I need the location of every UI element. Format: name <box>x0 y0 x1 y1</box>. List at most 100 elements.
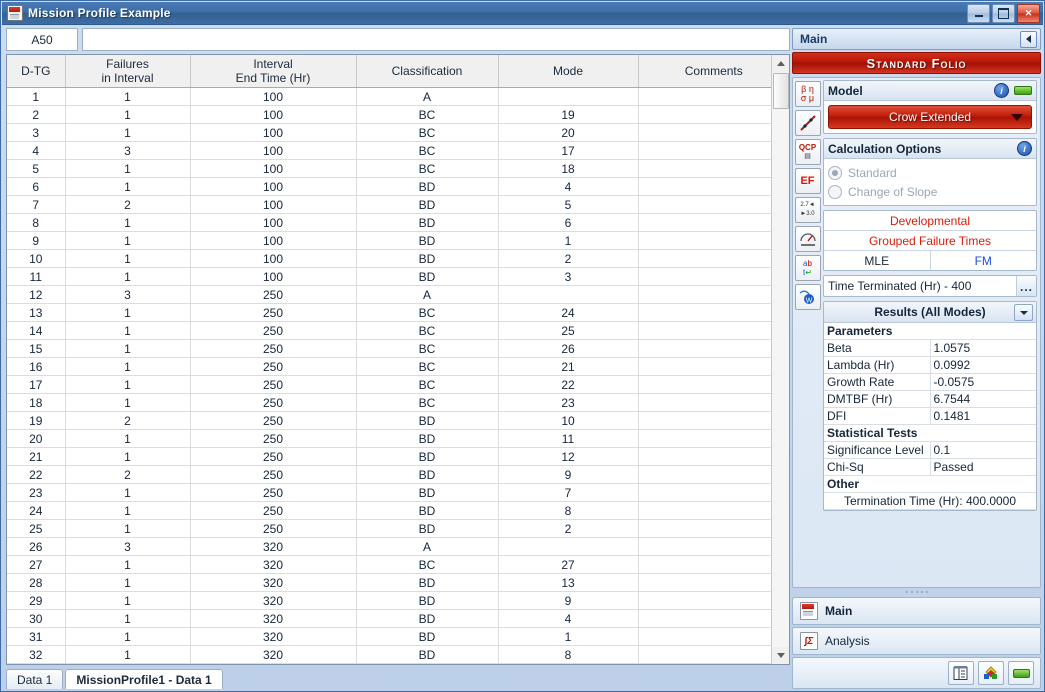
table-cell[interactable]: 26 <box>498 339 639 358</box>
table-cell[interactable]: BD <box>356 177 499 196</box>
table-cell[interactable]: 7 <box>498 483 639 502</box>
row-header-cell[interactable]: 2 <box>7 105 66 124</box>
plot-icon[interactable] <box>794 110 821 136</box>
row-header-cell[interactable]: 24 <box>7 501 66 520</box>
ef-icon[interactable]: EF <box>794 168 821 194</box>
table-cell[interactable]: 1 <box>65 87 191 106</box>
row-header-cell[interactable]: 18 <box>7 393 66 412</box>
table-cell[interactable]: 11 <box>498 429 639 448</box>
table-cell[interactable]: 320 <box>190 555 357 574</box>
rename-icon[interactable]: ab t↵ <box>794 255 821 281</box>
table-cell[interactable] <box>638 393 771 412</box>
row-header-cell[interactable]: 26 <box>7 537 66 556</box>
table-cell[interactable]: 250 <box>190 357 357 376</box>
table-cell[interactable]: 3 <box>65 141 191 160</box>
table-cell[interactable] <box>638 213 771 232</box>
table-cell[interactable]: BD <box>356 447 499 466</box>
table-row[interactable]: 8 1 100 BD 6 <box>7 213 771 232</box>
table-row[interactable]: 23 1 250 BD 7 <box>7 483 771 502</box>
table-cell[interactable] <box>638 105 771 124</box>
table-cell[interactable] <box>638 573 771 592</box>
row-header-cell[interactable]: 21 <box>7 447 66 466</box>
table-cell[interactable]: 3 <box>65 537 191 556</box>
table-cell[interactable]: 1 <box>65 339 191 358</box>
table-cell[interactable] <box>638 375 771 394</box>
qcp-icon[interactable]: QCP ▤ <box>794 139 821 165</box>
table-cell[interactable] <box>638 177 771 196</box>
column-header-1[interactable]: Failures in Interval <box>65 55 191 88</box>
green-status-icon[interactable] <box>1008 661 1034 685</box>
table-row[interactable]: 30 1 320 BD 4 <box>7 609 771 628</box>
table-cell[interactable] <box>638 357 771 376</box>
table-cell[interactable]: 6 <box>498 213 639 232</box>
row-header-cell[interactable]: 1 <box>7 87 66 106</box>
row-header-cell[interactable]: 20 <box>7 429 66 448</box>
table-cell[interactable]: 250 <box>190 447 357 466</box>
table-cell[interactable] <box>638 627 771 646</box>
table-cell[interactable]: 25 <box>498 321 639 340</box>
table-cell[interactable] <box>498 537 639 556</box>
table-row[interactable]: 31 1 320 BD 1 <box>7 627 771 646</box>
column-header-3[interactable]: Classification <box>356 55 499 88</box>
table-row[interactable]: 4 3 100 BC 17 <box>7 141 771 160</box>
table-cell[interactable]: 8 <box>498 645 639 664</box>
row-header-cell[interactable]: 13 <box>7 303 66 322</box>
table-cell[interactable]: 1 <box>65 663 191 664</box>
table-cell[interactable]: 320 <box>190 645 357 664</box>
table-cell[interactable]: 1 <box>65 573 191 592</box>
table-cell[interactable] <box>638 123 771 142</box>
table-cell[interactable]: 1 <box>65 123 191 142</box>
table-cell[interactable] <box>638 645 771 664</box>
row-header-cell[interactable]: 15 <box>7 339 66 358</box>
panel-resize-grip[interactable] <box>792 588 1041 595</box>
table-cell[interactable]: 320 <box>190 573 357 592</box>
sheet-tab-1[interactable]: MissionProfile1 - Data 1 <box>65 669 223 689</box>
table-cell[interactable]: 5 <box>498 195 639 214</box>
nav-button-analysis[interactable]: ∫Σ Analysis <box>792 627 1041 655</box>
table-cell[interactable]: 12 <box>498 447 639 466</box>
table-cell[interactable]: 22 <box>498 375 639 394</box>
table-row[interactable]: 17 1 250 BC 22 <box>7 375 771 394</box>
table-cell[interactable]: 100 <box>190 87 357 106</box>
table-cell[interactable] <box>638 159 771 178</box>
plot-setup-icon[interactable] <box>978 661 1004 685</box>
table-cell[interactable]: 1 <box>65 177 191 196</box>
table-cell[interactable]: 1 <box>65 591 191 610</box>
table-cell[interactable]: 100 <box>190 105 357 124</box>
nav-button-main[interactable]: Main <box>792 597 1041 625</box>
radio-option-standard[interactable]: Standard <box>828 163 1032 182</box>
table-cell[interactable]: BD <box>356 231 499 250</box>
table-cell[interactable]: BC <box>356 303 499 322</box>
table-cell[interactable] <box>638 267 771 286</box>
table-cell[interactable]: BC <box>356 393 499 412</box>
table-cell[interactable]: BC <box>356 357 499 376</box>
table-cell[interactable]: 100 <box>190 177 357 196</box>
table-row[interactable]: 10 1 100 BD 2 <box>7 249 771 268</box>
table-row[interactable]: 6 1 100 BD 4 <box>7 177 771 196</box>
table-row[interactable]: 331320BD6 <box>7 663 771 664</box>
table-cell[interactable] <box>638 231 771 250</box>
column-header-4[interactable]: Mode <box>498 55 639 88</box>
table-cell[interactable] <box>638 339 771 358</box>
table-cell[interactable]: 1 <box>65 393 191 412</box>
table-cell[interactable]: 2 <box>498 249 639 268</box>
info-icon[interactable]: i <box>994 83 1009 98</box>
sheet-tab-0[interactable]: Data 1 <box>6 669 64 689</box>
row-header-cell[interactable]: 5 <box>7 159 66 178</box>
results-collapse-button[interactable] <box>1014 304 1033 321</box>
scroll-down-button[interactable] <box>772 647 789 664</box>
table-cell[interactable]: 2 <box>65 195 191 214</box>
table-cell[interactable]: 250 <box>190 321 357 340</box>
table-cell[interactable]: BD <box>356 627 499 646</box>
table-cell[interactable]: 18 <box>498 159 639 178</box>
table-cell[interactable]: 320 <box>190 627 357 646</box>
table-cell[interactable]: 24 <box>498 303 639 322</box>
table-cell[interactable]: 3 <box>65 285 191 304</box>
table-cell[interactable] <box>638 447 771 466</box>
table-cell[interactable]: BD <box>356 501 499 520</box>
table-cell[interactable]: 20 <box>498 123 639 142</box>
table-cell[interactable]: BD <box>356 645 499 664</box>
table-row[interactable]: 28 1 320 BD 13 <box>7 573 771 592</box>
weibull-icon[interactable]: W <box>794 284 821 310</box>
row-header-cell[interactable]: 7 <box>7 195 66 214</box>
